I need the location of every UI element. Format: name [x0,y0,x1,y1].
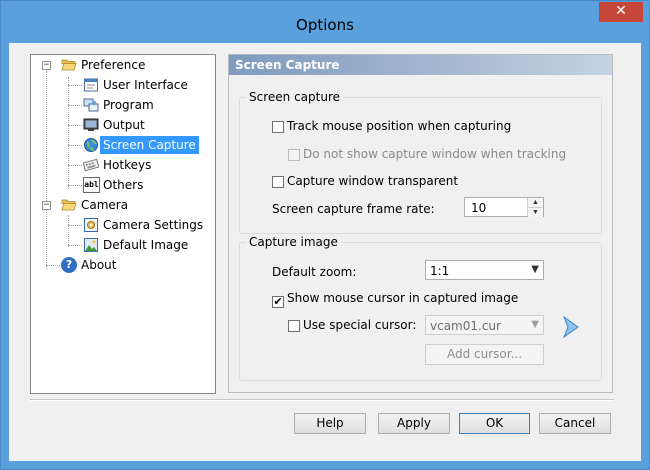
frame-rate-spinner[interactable]: 10 ▲ ▼ [464,197,544,217]
preference-collapse-toggle[interactable]: − [42,61,51,70]
frame-rate-value: 10 [471,201,487,215]
window-icon [84,78,98,92]
cancel-button[interactable]: Cancel [539,413,611,434]
track-mouse-checkbox[interactable] [272,121,284,133]
camera-collapse-toggle[interactable]: − [42,201,51,210]
tree-item-default-image[interactable]: Default Image [83,236,191,254]
transparent-checkbox[interactable] [272,176,284,188]
group-title: Screen capture [246,90,344,104]
image-icon [84,238,98,252]
folder-open-icon [61,199,77,211]
chevron-down-icon: ▼ [531,264,539,275]
tree-item-user-interface[interactable]: User Interface [83,76,191,94]
default-zoom-select[interactable]: 1:1 ▼ [425,260,544,280]
help-icon: ? [61,257,77,273]
globe-icon [84,138,98,152]
chevron-down-icon: ▼ [531,319,539,330]
tree-item-screen-capture[interactable]: Screen Capture [83,136,199,154]
program-icon [83,98,99,112]
no-show-window-checkbox [288,149,300,161]
default-zoom-label: Default zoom: [272,265,357,279]
monitor-icon [83,118,99,131]
transparent-option[interactable]: Capture window transparent [272,174,458,188]
apply-button[interactable]: Apply [378,413,450,434]
category-tree[interactable]: − Preference User Interface Program Outp… [30,54,216,394]
help-button[interactable]: Help [294,413,366,434]
title-bar[interactable]: Options ✕ [1,1,649,43]
group-title: Capture image [246,235,341,249]
spin-up-icon[interactable]: ▲ [528,198,543,208]
add-cursor-button: Add cursor... [425,344,544,365]
keyboard-icon [83,158,99,172]
screen-capture-group: Screen capture Track mouse position when… [239,90,602,234]
panel-header: Screen Capture [229,55,612,75]
window-title: Options [296,16,354,34]
frame-rate-label: Screen capture frame rate: [272,202,435,216]
abl-icon: abl [83,177,100,193]
tree-item-others[interactable]: abl Others [83,176,146,194]
camera-settings-icon [84,218,98,232]
settings-panel: Screen Capture Screen capture Track mous… [228,54,613,393]
track-mouse-option[interactable]: Track mouse position when capturing [272,119,511,133]
options-window: Options ✕ − Preference User Interface Pr… [0,0,650,470]
folder-open-icon [61,59,77,71]
special-cursor-select: vcam01.cur ▼ [425,315,544,335]
special-cursor-checkbox[interactable] [288,320,300,332]
no-show-window-option: Do not show capture window when tracking [288,147,566,161]
ok-button[interactable]: OK [459,413,530,434]
show-cursor-checkbox[interactable]: ✔ [272,296,284,308]
tree-item-output[interactable]: Output [83,116,148,134]
tree-item-camera-settings[interactable]: Camera Settings [83,216,206,234]
dialog-client-area: − Preference User Interface Program Outp… [9,43,641,461]
show-cursor-option[interactable]: ✔ Show mouse cursor in captured image [272,291,518,308]
special-cursor-option[interactable]: Use special cursor: [288,318,416,332]
button-separator [30,399,614,401]
tree-item-about[interactable]: ? About [61,256,119,274]
cursor-preview-icon [562,315,579,339]
capture-image-group: Capture image Default zoom: 1:1 ▼ ✔ Show … [239,235,602,381]
tree-item-hotkeys[interactable]: Hotkeys [83,156,154,174]
tree-item-program[interactable]: Program [83,96,157,114]
tree-item-camera[interactable]: Camera [61,196,131,214]
tree-item-preference[interactable]: Preference [61,56,148,74]
close-button[interactable]: ✕ [599,2,643,22]
spin-down-icon[interactable]: ▼ [528,208,543,217]
